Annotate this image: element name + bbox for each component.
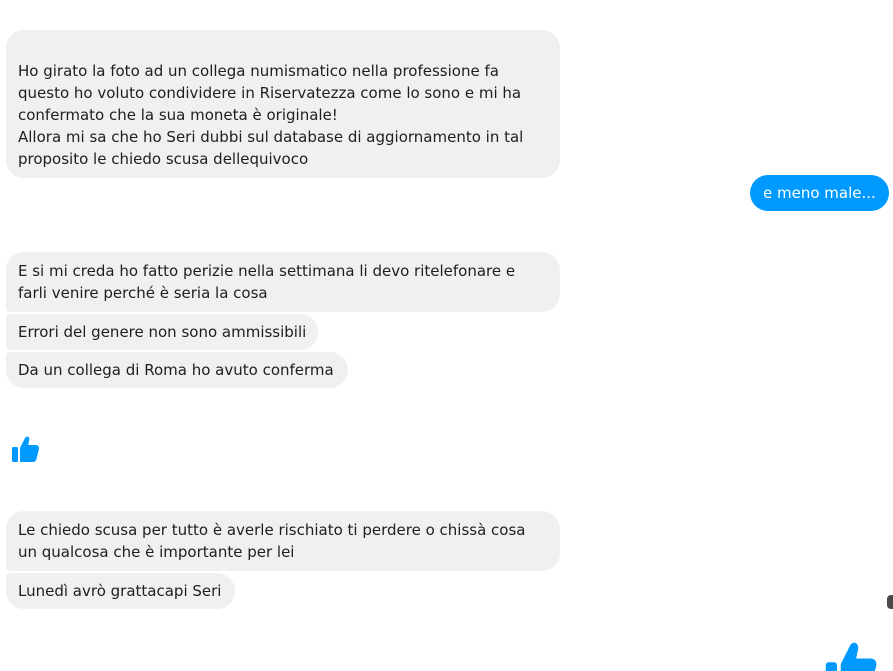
message-bubble-incoming[interactable]: Da un collega di Roma ho avuto conferma: [6, 352, 348, 388]
message-text: e meno male...: [763, 184, 876, 202]
message-bubble-incoming[interactable]: Errori del genere non sono ammissibili: [6, 314, 319, 350]
thumbs-up-icon: [825, 642, 877, 671]
like-message[interactable]: [10, 433, 42, 465]
like-message[interactable]: [822, 636, 893, 671]
message-bubble-incoming[interactable]: Lunedì avrò grattacapi Seri: [6, 573, 236, 609]
message-text: Da un collega di Roma ho avuto conferma: [18, 361, 334, 379]
message-bubble-incoming[interactable]: Ho girato la foto ad un collega numismat…: [6, 30, 560, 178]
thumbs-up-icon: [12, 436, 40, 462]
message-bubble-outgoing[interactable]: e meno male...: [750, 175, 889, 211]
message-text: Errori del genere non sono ammissibili: [18, 323, 307, 341]
message-text: Ho girato la foto ad un collega numismat…: [18, 62, 524, 168]
message-text: Le chiedo scusa per tutto è averle risch…: [18, 521, 526, 561]
message-bubble-incoming[interactable]: E si mi creda ho fatto perizie nella set…: [6, 252, 560, 312]
message-text: E si mi creda ho fatto perizie nella set…: [18, 262, 516, 302]
message-bubble-incoming[interactable]: Le chiedo scusa per tutto è averle risch…: [6, 511, 560, 571]
message-text: Lunedì avrò grattacapi Seri: [18, 582, 222, 600]
seen-avatar: [887, 595, 893, 609]
